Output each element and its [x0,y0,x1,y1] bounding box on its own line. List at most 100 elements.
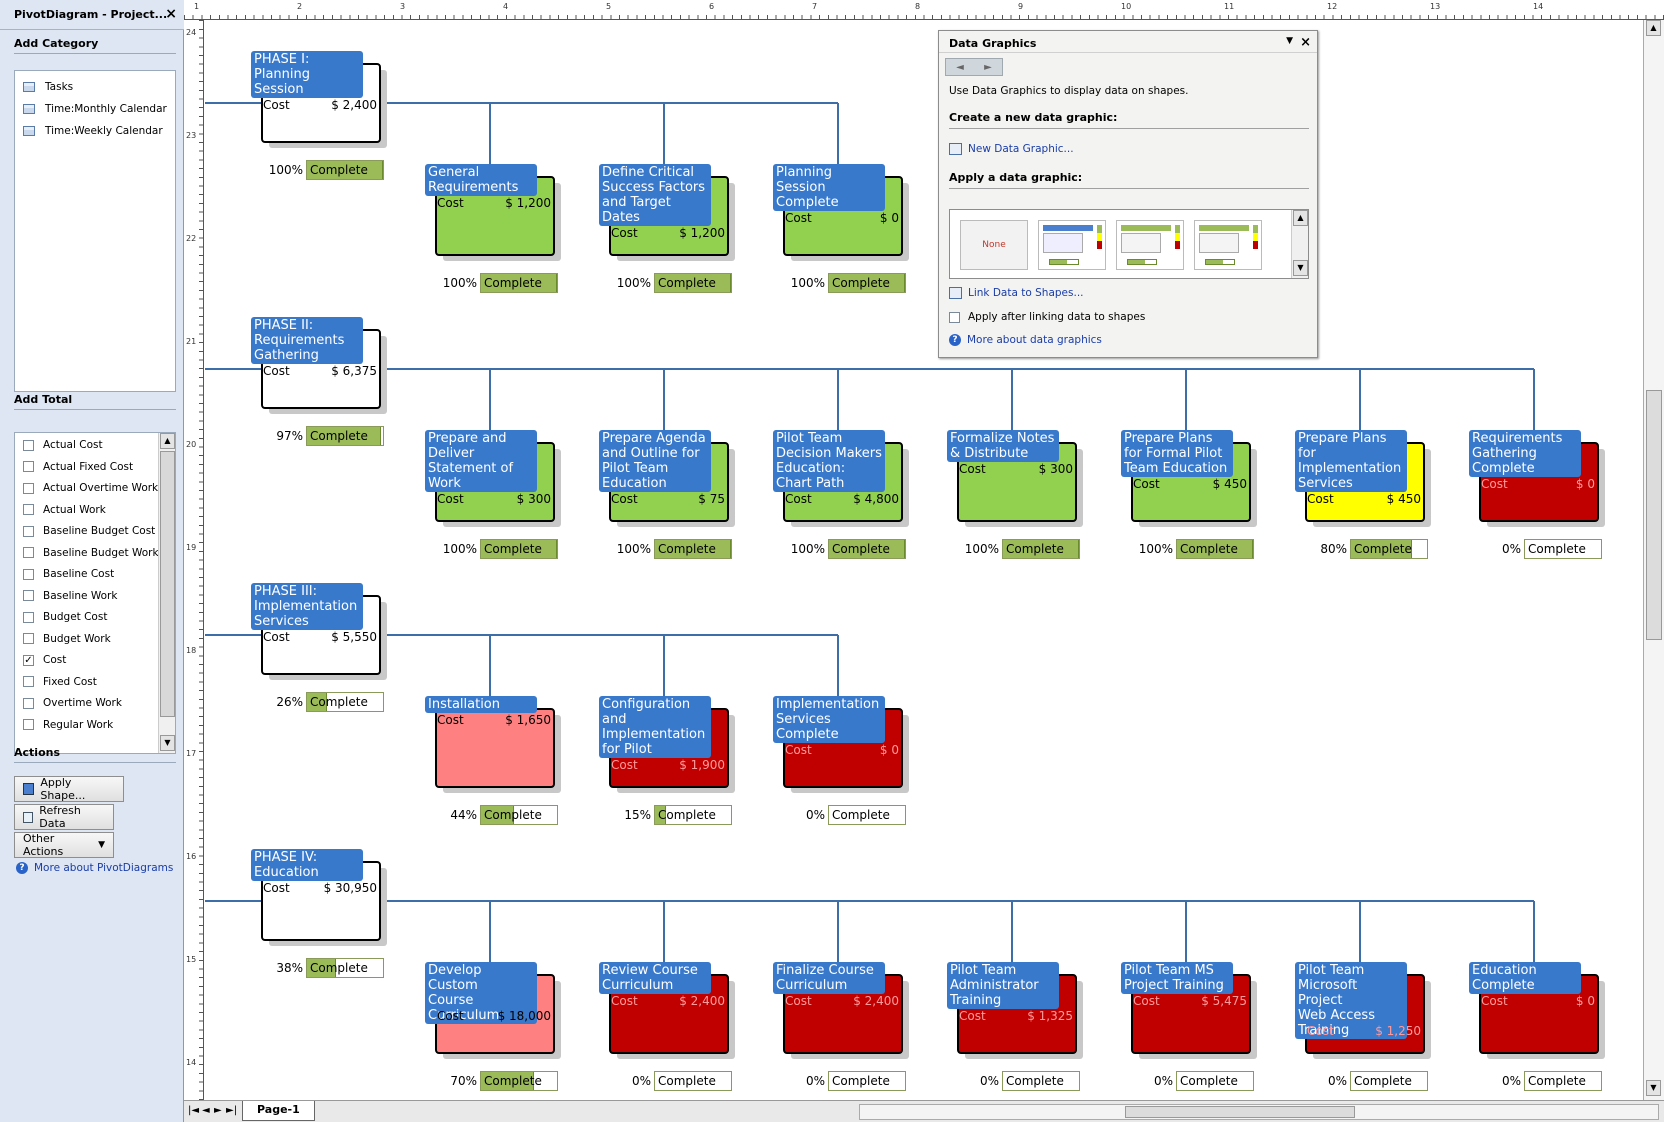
data-graphics-title: Data Graphics [939,31,1317,53]
total-item[interactable]: Fixed Cost [23,676,97,688]
cost-value: $ 450 [1386,492,1421,506]
total-item[interactable]: Overtime Work [23,697,122,709]
node-cost-row: Cost $ 1,200 [611,226,725,240]
new-data-graphic-link[interactable]: New Data Graphic... [949,143,1074,155]
node-label: Define Critical Success Factors and Target… [599,164,711,226]
percent-complete: 44% [450,808,477,822]
percent-complete: 0% [805,1074,825,1088]
total-item[interactable]: Regular Work [23,719,113,731]
node-label: Education Complete [1469,962,1581,994]
scroll-thumb[interactable] [1125,1106,1355,1118]
apply-after-linking-checkbox[interactable]: Apply after linking data to shapes [949,311,1145,323]
checkbox[interactable] [23,590,34,601]
other-actions-button[interactable]: Other Actions ▼ [14,832,114,858]
total-item[interactable]: Baseline Budget Cost [23,525,155,537]
category-item-monthly[interactable]: Time:Monthly Calendar [23,103,167,115]
checkbox[interactable] [23,676,34,687]
total-item[interactable]: Budget Cost [23,611,107,623]
checkbox[interactable] [23,547,34,558]
refresh-data-button[interactable]: Refresh Data [14,804,114,830]
checkbox[interactable] [23,482,34,494]
link-data-to-shapes-link[interactable]: Link Data to Shapes... [949,287,1084,299]
horizontal-scrollbar[interactable] [859,1104,1659,1120]
panel-menu-icon[interactable]: ▼ [1286,36,1293,46]
progress-bar: Complete [480,273,558,293]
node-cost-row: Cost $ 75 [611,492,725,506]
checkbox[interactable]: ✓ [23,654,34,666]
total-item-label: Actual Fixed Cost [43,460,134,473]
node-label-line: Statement of [428,461,514,476]
node-label-line: Course [428,993,474,1008]
percent-complete: 0% [979,1074,999,1088]
scroll-up-icon[interactable]: ▲ [1646,20,1661,36]
checkbox[interactable] [23,719,34,730]
gallery-item-graphic[interactable] [1194,220,1262,270]
scroll-up-icon[interactable]: ▲ [160,433,175,449]
total-item[interactable]: Actual Overtime Work [23,482,158,494]
progress-bar: Complete [1524,539,1602,559]
next-page-icon[interactable]: ► [214,1105,222,1116]
checkbox[interactable] [23,697,34,709]
close-icon[interactable]: × [165,6,177,22]
progress-row: 100% Complete [779,273,929,293]
checkbox[interactable] [23,504,34,515]
progress-bar: Complete [1002,539,1080,559]
scroll-up-icon[interactable]: ▲ [1293,210,1308,226]
gallery-scrollbar[interactable]: ▲ ▼ [1291,210,1308,278]
more-about-data-graphics-link[interactable]: ? More about data graphics [949,334,1102,346]
gallery-item-graphic[interactable] [1038,220,1106,270]
node-label: Finalize Course Curriculum [773,962,885,994]
checkbox[interactable] [23,461,34,472]
scroll-down-icon[interactable]: ▼ [1646,1080,1661,1096]
node-label-line: and Outline for [602,446,700,461]
progress-row: 0% Complete [953,1071,1103,1091]
node-label: Configuration and Implementation for Pilot [599,696,711,758]
last-page-icon[interactable]: ►| [226,1105,237,1116]
progress-row: 70% Complete [431,1071,581,1091]
total-list-scrollbar[interactable]: ▲ ▼ [158,433,175,753]
percent-complete: 15% [624,808,651,822]
node-label-line: and Target [602,195,671,210]
checkbox[interactable] [23,439,34,451]
checkbox[interactable] [949,311,960,323]
node-cost-row: Cost $ 0 [1481,477,1595,491]
more-about-pivotdiagrams-link[interactable]: ? More about PivotDiagrams [16,862,173,874]
forward-icon[interactable]: ► [984,62,992,73]
category-label: Time:Weekly Calendar [45,125,163,137]
total-item[interactable]: Baseline Cost [23,568,114,580]
checkbox[interactable] [23,633,34,644]
total-item[interactable]: ✓ Cost [23,654,66,666]
ruler-number: 17 [186,749,197,758]
data-graphics-panel: Data Graphics ▼ × ◄ ► Use Data Graphics t… [938,30,1318,358]
category-item-tasks[interactable]: Tasks [23,81,73,93]
scroll-thumb[interactable] [160,451,175,717]
checkbox[interactable] [23,525,34,537]
close-icon[interactable]: × [1300,35,1311,50]
prev-page-icon[interactable]: ◄ [202,1105,210,1116]
back-icon[interactable]: ◄ [956,62,964,73]
node-label-line: Project Training [1124,978,1224,993]
gallery-item-none[interactable]: None [960,220,1028,270]
total-item[interactable]: Actual Cost [23,439,103,451]
node-label: General Requirements [425,164,537,196]
node-label-line: Prepare and [428,431,507,446]
checkbox[interactable] [23,611,34,623]
scroll-thumb[interactable] [1646,390,1662,640]
vertical-scrollbar[interactable]: ▲ ▼ [1643,20,1664,1100]
scroll-down-icon[interactable]: ▼ [1293,260,1308,276]
checkbox[interactable] [23,568,34,580]
total-item[interactable]: Baseline Budget Work [23,547,159,559]
total-item[interactable]: Actual Work [23,504,106,516]
gallery-item-graphic[interactable] [1116,220,1184,270]
cost-value: $ 1,325 [1027,1009,1073,1023]
first-page-icon[interactable]: |◄ [188,1105,199,1116]
node-label-line: Education [254,865,319,880]
total-item[interactable]: Baseline Work [23,590,117,602]
apply-shape-button[interactable]: Apply Shape... [14,776,124,802]
node-label: Requirements Gathering Complete [1469,430,1581,477]
total-item[interactable]: Budget Work [23,633,111,645]
node-label: Prepare Agenda and Outline for Pilot Team E… [599,430,711,492]
total-item[interactable]: Actual Fixed Cost [23,461,133,473]
category-item-weekly[interactable]: Time:Weekly Calendar [23,125,163,137]
page-tab[interactable]: Page-1 [242,1101,315,1121]
